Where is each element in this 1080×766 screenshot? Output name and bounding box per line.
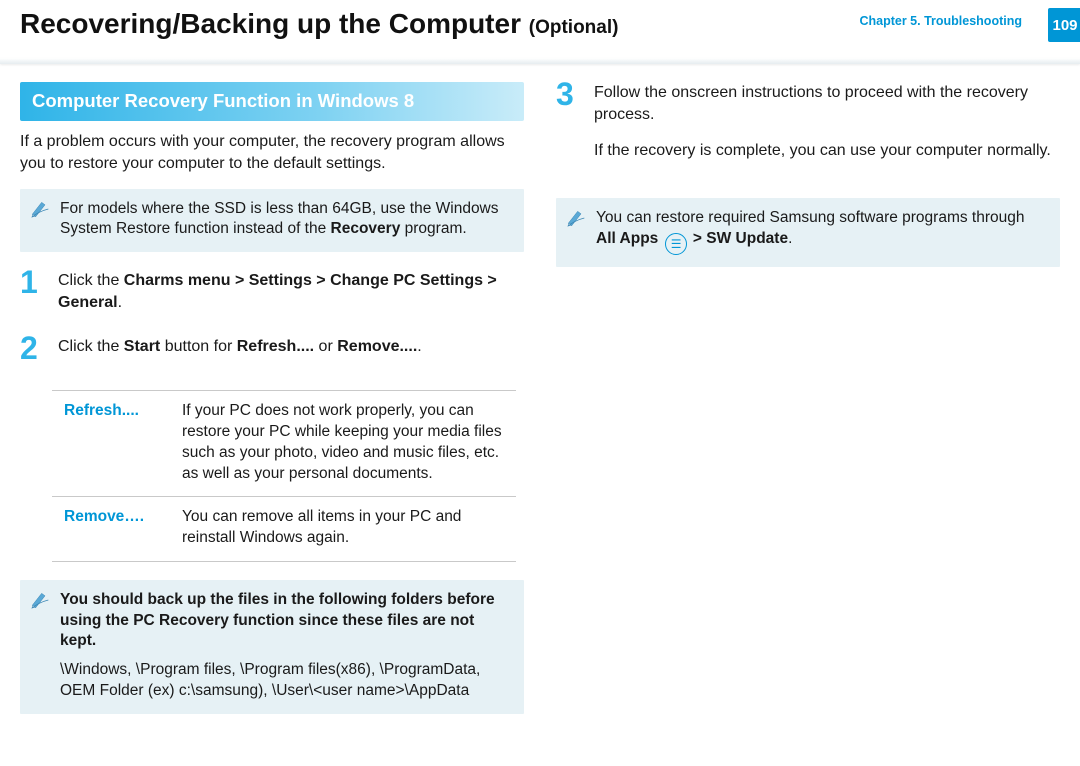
step3-line1: Follow the onscreen instructions to proc… [594,82,1060,126]
title-optional: (Optional) [529,17,619,38]
step2-f: Remove.... [337,338,417,355]
note-icon [566,208,586,228]
step2-a: Click the [58,338,124,355]
page-title: Recovering/Backing up the Computer (Opti… [20,8,618,39]
note-sw-e: . [788,230,792,247]
note-icon [30,199,50,219]
step-1: 1 Click the Charms menu > Settings > Cha… [20,270,524,314]
table-row: Remove…. You can remove all items in you… [52,497,516,562]
section-heading: Computer Recovery Function in Windows 8 [20,82,524,121]
step1-a: Click the [58,272,124,289]
title-main: Recovering/Backing up the Computer [20,8,521,39]
page-number-badge: 109 [1048,8,1080,42]
left-column: Computer Recovery Function in Windows 8 … [20,82,524,732]
step2-g: . [417,338,421,355]
note-backup: You should back up the files in the foll… [20,580,524,714]
note-backup-bold: You should back up the files in the foll… [60,591,495,650]
note-backup-paths: \Windows, \Program files, \Program files… [60,661,480,699]
step2-d: Refresh.... [237,338,314,355]
chapter-label: Chapter 5. Troubleshooting [859,14,1022,30]
step3-line2: If the recovery is complete, you can use… [594,140,1060,162]
intro-paragraph: If a problem occurs with your computer, … [20,131,524,175]
header-divider [0,58,1080,64]
step-3: 3 Follow the onscreen instructions to pr… [556,82,1060,176]
options-table: Refresh.... If your PC does not work pro… [52,390,516,562]
note-ssd: For models where the SSD is less than 64… [20,189,524,253]
note-sw-c: > [689,230,707,247]
page-header: Recovering/Backing up the Computer (Opti… [0,0,1080,56]
chapter-line1: Chapter 5. [859,14,920,28]
step1-c: . [118,294,122,311]
step-2-body: Click the Start button for Refresh.... o… [58,336,524,368]
all-apps-icon: ☰ [665,233,687,255]
note-ssd-text-b: Recovery [331,220,401,237]
refresh-desc: If your PC does not work properly, you c… [170,391,516,497]
refresh-key: Refresh.... [52,391,170,497]
page-number: 109 [1052,17,1077,34]
step-1-number: 1 [20,266,46,310]
note-swupdate: You can restore required Samsung softwar… [556,198,1060,267]
chapter-line2: Troubleshooting [924,14,1022,28]
note-sw-b: All Apps [596,230,658,247]
step2-e: or [314,338,337,355]
step-3-body: Follow the onscreen instructions to proc… [594,82,1060,176]
remove-desc: You can remove all items in your PC and … [170,497,516,562]
step-1-body: Click the Charms menu > Settings > Chang… [58,270,524,314]
step1-b: Charms menu > Settings > Change PC Setti… [58,272,497,311]
right-column: 3 Follow the onscreen instructions to pr… [556,82,1060,732]
step2-c: button for [160,338,237,355]
step2-b: Start [124,338,160,355]
note-sw-d: SW Update [706,230,788,247]
step-2-number: 2 [20,332,46,364]
table-row: Refresh.... If your PC does not work pro… [52,391,516,497]
remove-key: Remove…. [52,497,170,562]
note-icon [30,590,50,610]
step-3-number: 3 [556,78,582,172]
note-ssd-text-c: program. [400,220,466,237]
step-2: 2 Click the Start button for Refresh....… [20,336,524,368]
note-sw-a: You can restore required Samsung softwar… [596,209,1025,226]
